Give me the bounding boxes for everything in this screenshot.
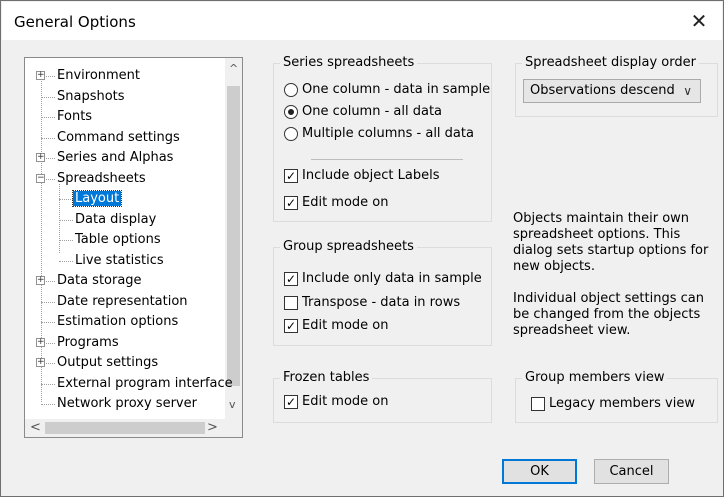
expand-icon[interactable]: + [36, 276, 45, 285]
series-spreadsheets-title: Series spreadsheets [280, 55, 418, 70]
tree-item[interactable]: Fonts [55, 107, 94, 127]
tree-connector-line [41, 137, 55, 139]
tree-item[interactable]: External program interface [55, 374, 235, 394]
tree-item-label: Command settings [57, 129, 180, 145]
info-text-individual: Individual object settings can be change… [513, 291, 704, 338]
checkbox[interactable]: ✓ [284, 196, 298, 210]
scroll-up-icon[interactable]: ^ [229, 62, 238, 75]
tree-item[interactable]: Live statistics [73, 251, 166, 271]
radio-label: One column - all data [302, 104, 443, 119]
expand-icon[interactable]: + [36, 358, 45, 367]
radio-label: One column - data in sample [302, 82, 491, 97]
checkbox-label: Edit mode on [302, 195, 389, 210]
expand-icon[interactable]: + [36, 337, 45, 347]
checkbox[interactable] [284, 296, 298, 310]
tree-item-label: Output settings [57, 355, 159, 370]
checkbox[interactable] [531, 397, 545, 411]
tree-item-label: Programs [57, 334, 119, 350]
tree-connector-line [41, 322, 55, 323]
tree-connector-line [41, 117, 55, 118]
title-bar: General Options ✕ [2, 2, 722, 40]
checkbox-label: Legacy members view [549, 396, 695, 411]
checkbox-label: Include only data in sample [302, 271, 482, 286]
window-title: General Options [14, 13, 136, 31]
tree-connector-line [59, 199, 73, 200]
scroll-right-icon[interactable]: > [207, 420, 218, 435]
separator [311, 159, 463, 160]
scroll-thumb[interactable] [227, 86, 240, 386]
checkbox[interactable]: ✓ [284, 169, 298, 183]
scroll-down-icon[interactable]: v [229, 398, 236, 411]
tree-item[interactable]: Data storage [55, 271, 144, 291]
tree-item[interactable]: Spreadsheets [55, 169, 148, 189]
tree-item-label: Data display [75, 211, 157, 227]
tree-item[interactable]: Network proxy server [55, 394, 199, 414]
checkbox[interactable]: ✓ [284, 272, 298, 286]
display-order-select[interactable]: Observations descend ∨ [523, 79, 701, 103]
tree-item-label: Series and Alphas [57, 150, 174, 165]
tree-item[interactable]: Environment [55, 66, 142, 86]
collapse-icon[interactable]: − [36, 173, 45, 183]
tree-connector-line [59, 240, 73, 241]
tree-connector-line [41, 96, 55, 98]
radio-label: Multiple columns - all data [302, 126, 474, 141]
tree-item[interactable]: Snapshots [55, 87, 127, 107]
tree-item[interactable]: Command settings [55, 128, 182, 148]
tree-item-label: Data storage [57, 273, 142, 288]
display-order-title: Spreadsheet display order [522, 55, 699, 70]
tree-item-label: Date representation [57, 293, 188, 309]
tree-item-label: Snapshots [57, 88, 125, 104]
chevron-down-icon: ∨ [683, 84, 692, 98]
tree-item[interactable]: Series and Alphas [55, 148, 175, 168]
tree-item[interactable]: Estimation options [55, 312, 180, 332]
select-value: Observations descend [530, 83, 675, 98]
frozen-tables-title: Frozen tables [280, 370, 373, 385]
checkbox[interactable]: ✓ [284, 395, 298, 409]
expand-icon[interactable]: + [36, 153, 45, 162]
tree-item[interactable]: Table options [73, 230, 163, 250]
tree-connector-line [41, 404, 55, 405]
ok-button[interactable]: OK [502, 459, 577, 484]
tree-item[interactable]: Layout [71, 189, 123, 209]
tree-item-label: Fonts [57, 109, 93, 124]
tree-horizontal-scrollbar[interactable]: < > [25, 419, 242, 437]
group-spreadsheets-title: Group spreadsheets [280, 239, 417, 254]
checkbox[interactable]: ✓ [284, 319, 298, 333]
tree-item-label: Live statistics [75, 252, 164, 268]
cancel-button[interactable]: Cancel [594, 459, 669, 484]
tree-item-label: Layout [71, 190, 123, 207]
radio-button[interactable] [284, 83, 298, 97]
tree-item-label: Spreadsheets [57, 170, 146, 186]
info-text-startup: Objects maintain their own spreadsheet o… [513, 211, 709, 274]
tree-connector-line [59, 260, 73, 262]
general-options-dialog: General Options ✕ ^ v < > + Environment Sn… [0, 0, 724, 497]
scroll-thumb-horizontal[interactable] [45, 422, 205, 434]
options-tree[interactable]: ^ v < > + Environment Snapshots Fonts Comman… [24, 57, 243, 438]
checkbox-label: Edit mode on [302, 318, 389, 333]
tree-connector-line [59, 219, 73, 221]
tree-item[interactable]: Data display [73, 210, 158, 230]
checkbox-label: Include object Labels [302, 168, 440, 183]
radio-button[interactable] [284, 127, 298, 141]
tree-item-label: Estimation options [57, 314, 179, 329]
tree-item[interactable]: Output settings [55, 353, 160, 373]
tree-item[interactable]: Programs [55, 333, 121, 353]
group-members-view-title: Group members view [522, 370, 668, 385]
tree-connector-line [59, 183, 60, 253]
tree-item-label: Network proxy server [57, 396, 197, 411]
checkbox-label: Edit mode on [302, 394, 389, 409]
checkbox-label: Transpose - data in rows [302, 295, 461, 310]
tree-vertical-scrollbar[interactable]: ^ v [225, 58, 242, 420]
tree-item[interactable]: Date representation [55, 292, 190, 312]
close-icon[interactable]: ✕ [676, 2, 722, 40]
expand-icon[interactable]: + [36, 71, 45, 80]
scroll-left-icon[interactable]: < [30, 420, 41, 435]
tree-item-label: Environment [57, 68, 141, 83]
tree-connector-line [41, 76, 42, 402]
tree-item-label: Table options [75, 232, 161, 247]
tree-item-label: External program interface [57, 375, 233, 391]
tree-connector-line [41, 301, 55, 303]
radio-button-selected[interactable] [284, 105, 298, 119]
tree-connector-line [41, 383, 55, 385]
